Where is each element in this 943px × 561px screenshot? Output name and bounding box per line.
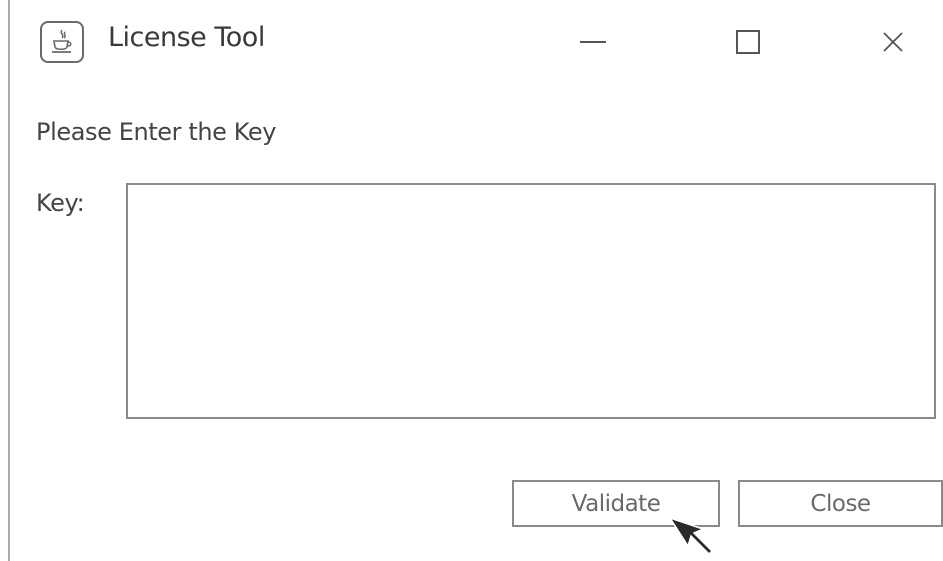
key-label: Key: [36, 189, 85, 217]
close-window-button[interactable] [858, 14, 928, 70]
minimize-icon [580, 41, 606, 43]
license-tool-window: License Tool Please Enter the Key Key: V… [0, 0, 943, 561]
close-icon [883, 32, 903, 52]
key-input[interactable] [126, 183, 936, 419]
mouse-pointer-icon [668, 516, 714, 556]
maximize-button[interactable] [713, 14, 783, 70]
maximize-icon [736, 30, 760, 54]
java-cup-icon [40, 21, 84, 63]
minimize-button[interactable] [558, 14, 628, 70]
window-left-border [8, 0, 10, 561]
close-button[interactable]: Close [738, 480, 943, 527]
key-prompt-text: Please Enter the Key [36, 118, 277, 146]
title-bar[interactable]: License Tool [10, 0, 943, 82]
window-title: License Tool [108, 22, 265, 53]
